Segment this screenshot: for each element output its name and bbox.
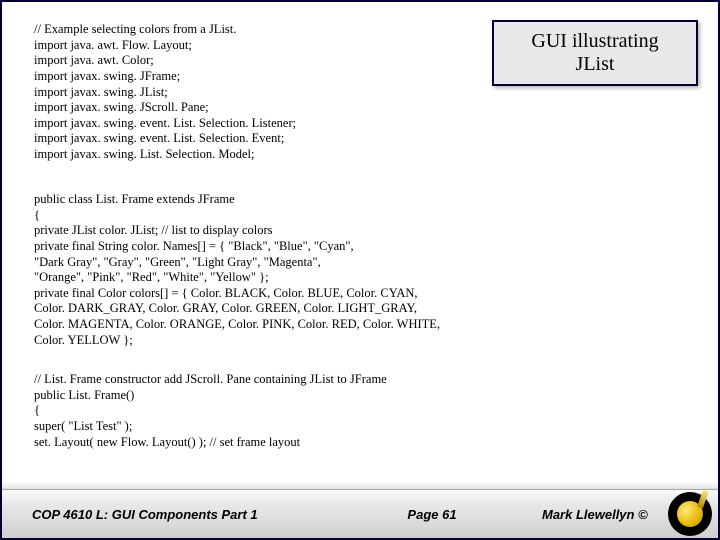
code-line: Color. MAGENTA, Color. ORANGE, Color. PI… [34, 317, 634, 333]
code-line: "Orange", "Pink", "Red", "White", "Yello… [34, 270, 634, 286]
course-title: COP 4610 L: GUI Components Part 1 [2, 507, 332, 522]
code-block-constructor: // List. Frame constructor add JScroll. … [34, 372, 634, 450]
code-line: private final String color. Names[] = { … [34, 239, 634, 255]
title-line2: JList [500, 53, 690, 76]
code-block-imports: // Example selecting colors from a JList… [34, 22, 494, 163]
page-number: Page 61 [332, 507, 532, 522]
code-line: set. Layout( new Flow. Layout() ); // se… [34, 435, 634, 451]
code-line: import javax. swing. JScroll. Pane; [34, 100, 494, 116]
code-line: Color. DARK_GRAY, Color. GRAY, Color. GR… [34, 301, 634, 317]
code-line: public class List. Frame extends JFrame [34, 192, 634, 208]
code-line: public List. Frame() [34, 388, 634, 404]
code-line: Color. YELLOW }; [34, 333, 634, 349]
code-line: import javax. swing. List. Selection. Mo… [34, 147, 494, 163]
code-line: import java. awt. Color; [34, 53, 494, 69]
code-line: { [34, 403, 634, 419]
code-line: { [34, 208, 634, 224]
code-line: private final Color colors[] = { Color. … [34, 286, 634, 302]
code-line: import javax. swing. JFrame; [34, 69, 494, 85]
code-line: import javax. swing. event. List. Select… [34, 131, 494, 147]
code-line: // List. Frame constructor add JScroll. … [34, 372, 634, 388]
code-line: import javax. swing. JList; [34, 85, 494, 101]
title-line1: GUI illustrating [500, 30, 690, 53]
title-box: GUI illustrating JList [492, 20, 698, 86]
code-line: import java. awt. Flow. Layout; [34, 38, 494, 54]
code-line: "Dark Gray", "Gray", "Green", "Light Gra… [34, 255, 634, 271]
footer-bar: COP 4610 L: GUI Components Part 1 Page 6… [2, 489, 718, 538]
code-block-class: public class List. Frame extends JFrame … [34, 192, 634, 348]
code-line: super( "List Test" ); [34, 419, 634, 435]
code-line: private JList color. JList; // list to d… [34, 223, 634, 239]
code-line: // Example selecting colors from a JList… [34, 22, 494, 38]
code-line: import javax. swing. event. List. Select… [34, 116, 494, 132]
ucf-logo-icon [668, 492, 712, 536]
